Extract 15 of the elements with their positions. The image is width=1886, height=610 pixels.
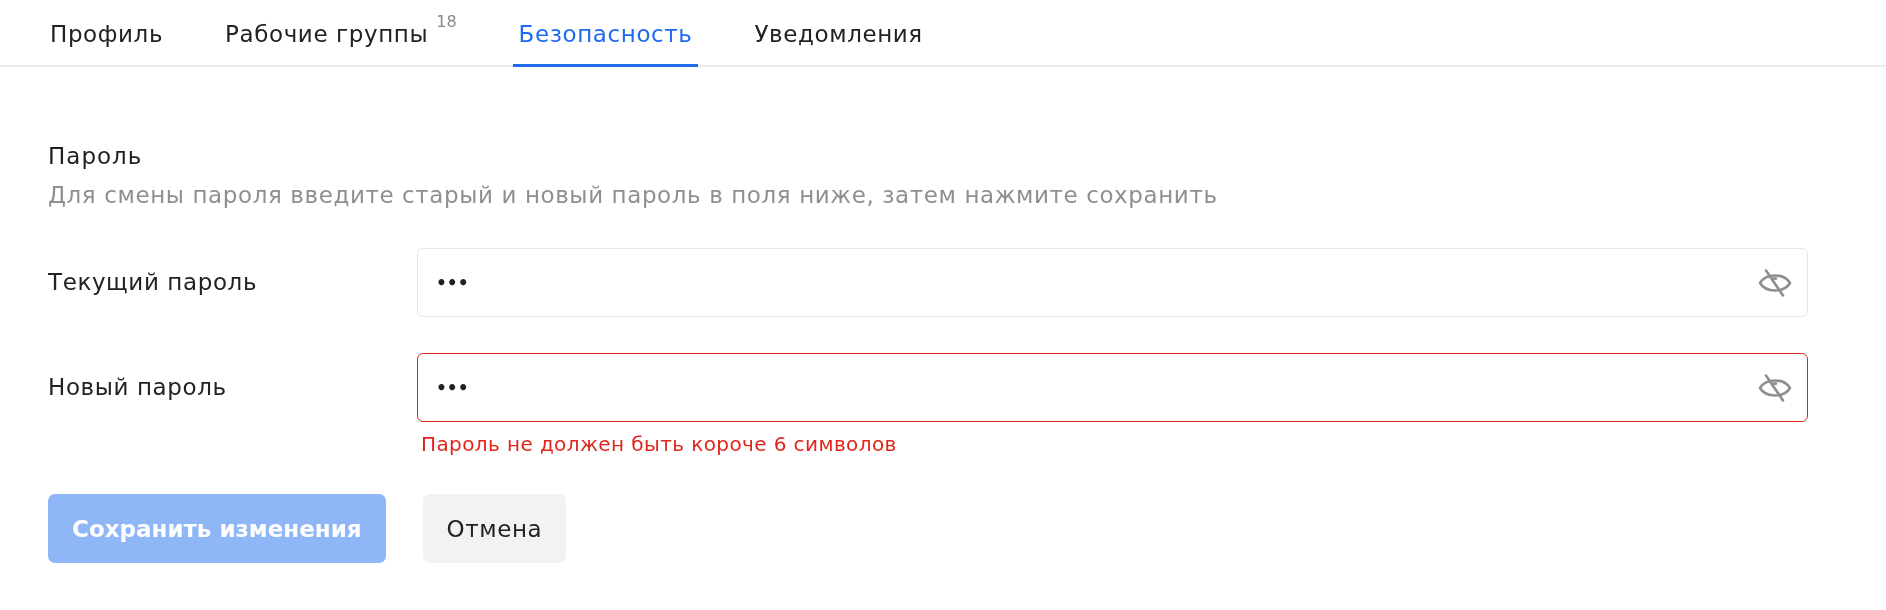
field-label: Текущий пароль bbox=[48, 268, 259, 297]
section-title: Пароль bbox=[48, 142, 144, 171]
eye-off-icon[interactable] bbox=[1758, 373, 1792, 402]
eye-off-icon[interactable] bbox=[1758, 268, 1792, 297]
tab[interactable]: Рабочие группы 18 bbox=[219, 0, 463, 67]
group-count: 18 bbox=[436, 12, 457, 31]
cancel-button[interactable]: Отмена bbox=[422, 494, 567, 563]
password-field[interactable]: ••• bbox=[417, 248, 1808, 317]
error-message: Пароль не должен быть короче 6 символов bbox=[420, 432, 898, 456]
tab[interactable]: Безопасность bbox=[512, 0, 699, 67]
tab[interactable]: Уведомления bbox=[748, 0, 929, 67]
tab[interactable]: Профиль bbox=[44, 0, 170, 67]
password-field[interactable]: ••• bbox=[417, 353, 1808, 422]
field-label: Новый пароль bbox=[48, 373, 228, 402]
section-description: Для смены пароля введите старый и новый пароль в поля ниже, затем нажмите сохранить bbox=[48, 181, 1219, 210]
